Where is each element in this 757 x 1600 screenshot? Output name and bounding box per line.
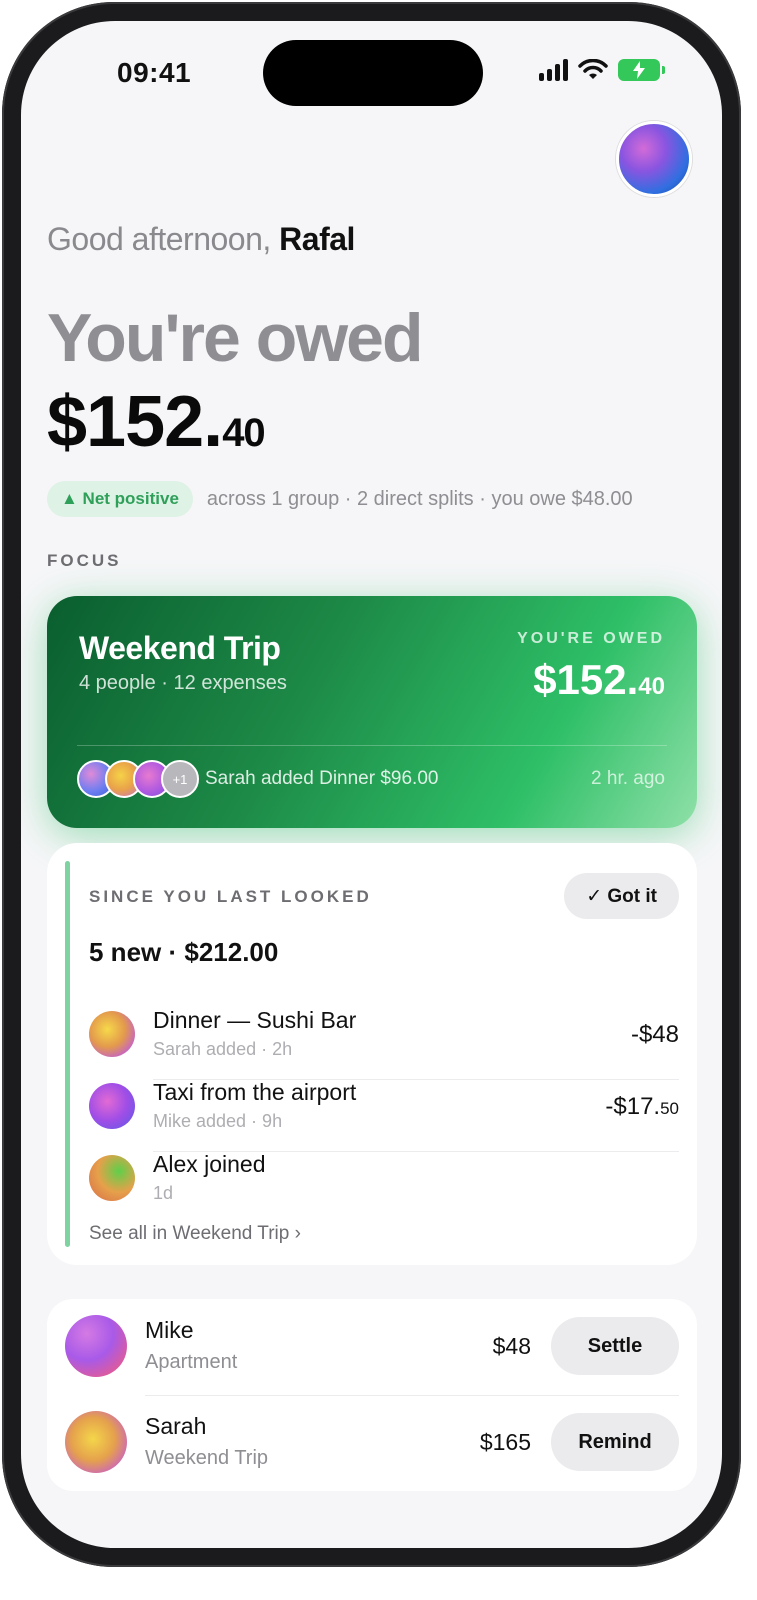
- group-name: Weekend Trip: [79, 630, 281, 666]
- person-amount: $48: [492, 1333, 531, 1359]
- balance-amount-main: $152.: [47, 382, 223, 462]
- person-group: Weekend Trip: [145, 1447, 269, 1469]
- activity-title: Dinner — Sushi Bar: [153, 1007, 357, 1033]
- net-positive-badge: ▲ Net positive: [47, 481, 193, 517]
- battery-icon: [618, 59, 665, 81]
- group-owed-main: $152.: [533, 656, 639, 703]
- member-avatar-stack: +1: [77, 760, 199, 798]
- balance-summary: across 1 group · 2 direct splits · you o…: [206, 487, 633, 510]
- profile-avatar[interactable]: [616, 121, 692, 197]
- since-label: SINCE YOU LAST LOOKED: [89, 887, 372, 906]
- activity-title: Alex joined: [153, 1151, 266, 1177]
- focus-label: FOCUS: [47, 551, 122, 570]
- activity-title: Taxi from the airport: [153, 1079, 357, 1105]
- activity-amount-main: -$17.: [605, 1093, 661, 1120]
- person-amount: $165: [479, 1429, 531, 1455]
- mike-avatar: [89, 1083, 135, 1129]
- activity-sub: 1d: [153, 1183, 174, 1203]
- group-owed-label: YOU'RE OWED: [517, 630, 665, 647]
- group-meta: 4 people · 12 expenses: [79, 672, 287, 694]
- activity-item[interactable]: Dinner — Sushi Bar Sarah added · 2h -$48: [89, 1001, 679, 1071]
- user-name: Rafal: [279, 221, 355, 257]
- accent-bar: [65, 861, 70, 1247]
- activity-item[interactable]: Alex joined 1d: [89, 1145, 679, 1215]
- balances-list: Mike Apartment $48 Settle Sarah Weekend …: [47, 1299, 697, 1491]
- person-name: Sarah: [145, 1413, 207, 1439]
- see-all-link[interactable]: See all in Weekend Trip ›: [89, 1223, 301, 1245]
- wifi-icon: [578, 59, 608, 79]
- person-name: Mike: [145, 1317, 194, 1343]
- charging-bolt-icon: [633, 61, 645, 79]
- screen: 09:41 Good afternoon, Rafal You're owed: [21, 21, 722, 1548]
- activity-amount: -$48: [631, 1021, 679, 1049]
- balance-amount-cents: 40: [222, 411, 265, 455]
- alex-avatar: [89, 1155, 135, 1201]
- latest-activity: Sarah added Dinner $96.00: [205, 768, 439, 789]
- activity-item[interactable]: Taxi from the airport Mike added · 9h -$…: [89, 1073, 679, 1143]
- activity-amount-main: -$48: [630, 1021, 679, 1048]
- group-owed-cents: 40: [638, 673, 665, 700]
- sarah-avatar: [89, 1011, 135, 1057]
- since-last-looked-card: SINCE YOU LAST LOOKED ✓ Got it 5 new · $…: [47, 843, 697, 1265]
- cellular-signal-icon: [539, 59, 568, 81]
- status-icons: [539, 59, 665, 81]
- latest-activity-time: 2 hr. ago: [591, 768, 665, 789]
- activity-sub: Mike added · 9h: [153, 1111, 283, 1131]
- mike-avatar: [65, 1315, 127, 1377]
- status-time: 09:41: [117, 57, 192, 88]
- activity-amount-cents: 50: [660, 1099, 679, 1118]
- activity-sub: Sarah added · 2h: [153, 1039, 293, 1059]
- got-it-button[interactable]: ✓ Got it: [564, 873, 679, 919]
- sarah-avatar: [65, 1411, 127, 1473]
- phone-frame: 09:41 Good afternoon, Rafal You're owed: [2, 2, 741, 1567]
- focus-group-card[interactable]: Weekend Trip 4 people · 12 expenses YOU'…: [47, 596, 697, 828]
- greeting-prefix: Good afternoon,: [47, 221, 280, 257]
- group-owed-amount: $152.40: [533, 656, 665, 704]
- balance-amount: $152.40: [47, 381, 266, 463]
- settle-button[interactable]: Settle: [551, 1317, 679, 1375]
- new-items-summary: 5 new · $212.00: [89, 937, 279, 967]
- person-group: Apartment: [145, 1351, 238, 1373]
- remind-button[interactable]: Remind: [551, 1413, 679, 1471]
- balance-summary-row: ▲ Net positive across 1 group · 2 direct…: [47, 481, 633, 517]
- dynamic-island: [263, 40, 483, 106]
- card-divider: [77, 745, 667, 746]
- balance-title: You're owed: [47, 300, 424, 376]
- person-row[interactable]: Sarah Weekend Trip $165 Remind: [65, 1395, 679, 1491]
- more-members-badge: +1: [161, 760, 199, 798]
- person-row[interactable]: Mike Apartment $48 Settle: [65, 1299, 679, 1395]
- activity-amount: -$17.50: [605, 1093, 679, 1121]
- greeting: Good afternoon, Rafal: [47, 221, 355, 258]
